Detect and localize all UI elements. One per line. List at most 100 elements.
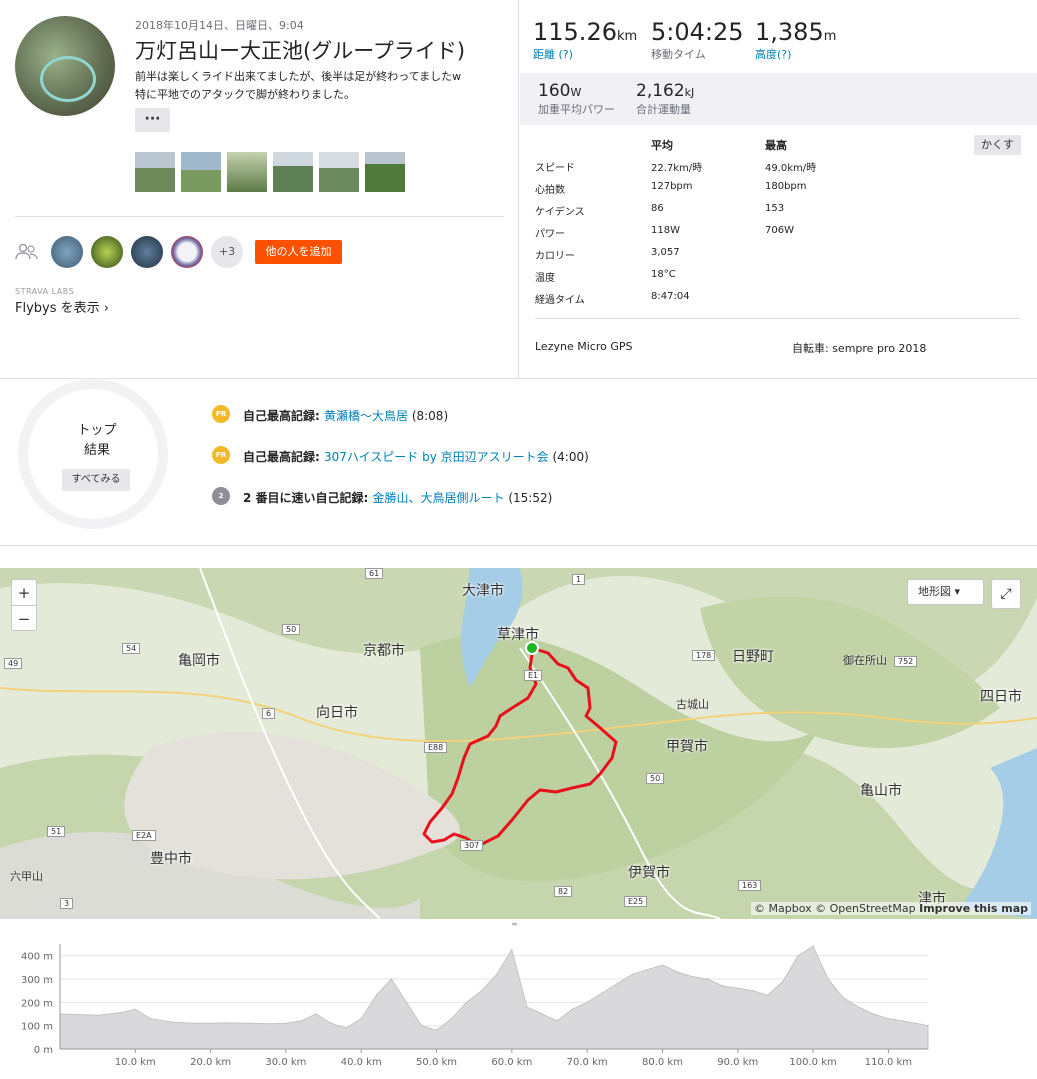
elevation-label[interactable]: 高度(?) <box>755 46 836 62</box>
pr-medal-icon: PR <box>212 446 230 464</box>
elevation-point <box>149 1018 151 1020</box>
elevation-x-label: 80.0 km <box>642 1057 683 1068</box>
distance-stat: 115.26km 距離 (?) <box>533 18 637 62</box>
elevation-point <box>631 973 633 975</box>
elevation-point <box>345 1027 347 1029</box>
moving-time-label: 移動タイム <box>651 48 706 61</box>
photo-thumbnail[interactable] <box>135 152 175 192</box>
map-attribution: © Mapbox © OpenStreetMap Improve this ma… <box>751 902 1031 915</box>
stat-label: カロリー <box>535 251 575 262</box>
avg-column-header: 平均 <box>651 139 673 152</box>
elevation-x-label: 60.0 km <box>491 1057 532 1068</box>
elevation-point <box>435 1029 438 1031</box>
achievement-prefix: 自己最高記録: <box>243 409 324 423</box>
attribution-text[interactable]: © Mapbox © OpenStreetMap <box>754 902 916 915</box>
bike-name[interactable]: 自転車: sempre pro 2018 <box>792 340 926 356</box>
road-shield: E1 <box>524 670 543 681</box>
elevation-y-label: 100 m <box>21 1022 53 1033</box>
group-member-avatar[interactable] <box>51 236 83 268</box>
distance-label[interactable]: 距離 (?) <box>533 46 637 62</box>
elevation-point <box>541 1013 543 1015</box>
zoom-controls: + − <box>11 579 37 631</box>
road-shield: 3 <box>60 898 74 909</box>
photo-thumbnail[interactable] <box>319 152 359 192</box>
people-icon <box>15 242 39 262</box>
elevation-y-label: 200 m <box>21 998 53 1009</box>
athlete-avatar[interactable] <box>15 16 115 116</box>
elevation-x-label: 20.0 km <box>190 1057 231 1068</box>
achievement-prefix: 2 番目に速い自己記録: <box>243 491 373 505</box>
stat-label: パワー <box>535 229 565 240</box>
stat-avg: 127bpm <box>651 181 693 192</box>
elevation-point <box>420 1025 423 1027</box>
segment-link[interactable]: 307ハイスピード by 京田辺アスリート会 <box>324 450 549 464</box>
stat-max: 180bpm <box>765 181 807 192</box>
add-others-button[interactable]: 他の人を追加 <box>255 240 342 264</box>
more-options-button[interactable]: ··· <box>135 108 170 132</box>
road-shield: E88 <box>424 742 448 753</box>
route-map[interactable]: + − 地形図 ▾ ⤢ 大津市 草津市 京都市 亀岡市 向日市 甲賀市 日野町 四日市 亀山市豊… <box>0 568 1037 919</box>
road-shield: E2A <box>132 830 156 841</box>
segment-link[interactable]: 金勝山、大鳥居側ルート <box>373 491 505 505</box>
elevation-unit: m <box>823 29 837 44</box>
resize-handle-icon[interactable]: ═ <box>512 920 524 929</box>
group-member-avatar[interactable] <box>171 236 203 268</box>
divider <box>15 216 504 217</box>
elevation-point <box>119 1012 121 1014</box>
elevation-point <box>97 1014 99 1016</box>
top-results-line-2: 結果 <box>83 443 110 458</box>
top-results-label: トップ 結果 <box>62 421 132 461</box>
photo-thumbnail[interactable] <box>273 152 313 192</box>
elevation-point <box>74 1013 76 1016</box>
photo-thumbnail[interactable] <box>365 152 405 192</box>
activity-description: 前半は楽しくライド出来てましたが、後半は足が終わってましたw 特に平地でのアタッ… <box>135 68 465 104</box>
road-shield: 50 <box>646 773 665 784</box>
work-value: 2,162 <box>636 81 685 101</box>
elevation-point <box>857 1006 859 1008</box>
zoom-out-button[interactable]: − <box>12 606 36 632</box>
group-member-avatar[interactable] <box>131 236 163 268</box>
zoom-in-button[interactable]: + <box>12 580 36 606</box>
segment-link[interactable]: 黄瀬橋〜大鳥居 <box>324 409 408 423</box>
fullscreen-icon[interactable]: ⤢ <box>991 579 1021 609</box>
hide-stats-button[interactable]: かくす <box>974 135 1021 155</box>
weighted-power-stat: 160W 加重平均パワー <box>538 81 615 117</box>
elevation-point <box>827 978 829 980</box>
pr-medal-icon: PR <box>212 405 230 423</box>
stat-avg: 22.7km/時 <box>651 163 703 174</box>
elevation-y-label: 400 m <box>21 952 53 963</box>
elevation-y-label: 0 m <box>34 1045 53 1056</box>
stat-avg: 18°C <box>651 269 676 280</box>
flybys-link[interactable]: Flybys を表示 › <box>15 297 109 316</box>
city-label: 亀岡市 <box>178 653 220 669</box>
map-type-dropdown[interactable]: 地形図 ▾ <box>907 579 984 605</box>
improve-map-link[interactable]: Improve this map <box>919 902 1028 915</box>
elevation-point <box>842 997 844 999</box>
photo-thumbnail[interactable] <box>227 152 267 192</box>
elevation-x-label: 10.0 km <box>115 1057 156 1068</box>
city-label: 伊賀市 <box>628 865 670 881</box>
road-shield: 51 <box>47 826 66 837</box>
device-name: Lezyne Micro GPS <box>535 340 633 353</box>
road-shield: 49 <box>4 658 23 669</box>
elevation-point <box>927 1025 929 1027</box>
stat-avg: 118W <box>651 225 680 236</box>
see-all-button[interactable]: すべてみる <box>62 469 130 491</box>
elevation-profile[interactable]: 400 m 300 m 200 m 100 m 0 m 10.0 km 20.0 km 30.… <box>0 930 1037 1075</box>
city-label: 亀山市 <box>860 783 902 799</box>
activity-title: 万灯呂山ー大正池(グループライド) <box>135 39 466 63</box>
elevation-point <box>526 1006 528 1008</box>
city-label: 向日市 <box>316 705 358 721</box>
elevation-stat: 1,385m 高度(?) <box>755 18 836 62</box>
group-member-avatar[interactable] <box>91 236 123 268</box>
weighted-power-label: 加重平均パワー <box>538 103 615 116</box>
elevation-point <box>225 1022 227 1024</box>
photo-thumbnail[interactable] <box>181 152 221 192</box>
more-members-count[interactable]: +3 <box>211 236 243 268</box>
elevation-point <box>300 1020 302 1022</box>
stat-avg: 86 <box>651 203 664 214</box>
elevation-point <box>887 1018 889 1020</box>
elevation-point <box>767 994 769 996</box>
strava-labs-label: STRAVA LABS <box>15 287 75 296</box>
stat-max: 706W <box>765 225 794 236</box>
